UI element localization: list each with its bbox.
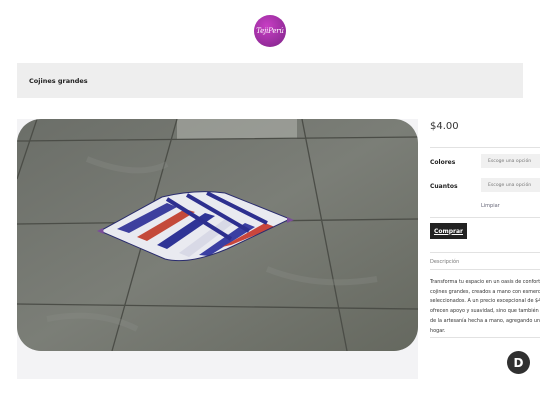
option-label-colores: Colores [430,159,456,166]
divider [430,252,540,253]
description-line: ofrecen apoyo y suavidad, sino que tambi… [430,308,539,315]
product-gallery [17,119,418,379]
colores-select[interactable]: Escoge una opción [481,154,540,168]
divider [430,217,540,218]
buy-button[interactable]: Comprar [430,223,467,239]
product-description: Transforma tu espacio en un oasis de con… [430,278,540,336]
site-logo[interactable]: TejiPerú [254,15,286,47]
page-title-bar: Cojines grandes [17,63,523,98]
divider [430,337,540,338]
option-label-cuantos: Cuantos [430,183,458,190]
cuantos-select[interactable]: Escoge una opción [481,178,540,192]
product-price: $4.00 [430,121,459,132]
description-line: cojines grandes, creados a mano con esme… [430,288,540,295]
clear-link[interactable]: Limpiar [481,203,500,209]
divider [430,269,540,270]
page-title: Cojines grandes [29,76,88,85]
description-line: de la artesanía hecha a mano, agregando … [430,317,540,324]
description-line: seleccionados. A un precio excepcional d… [430,298,540,305]
disqus-badge-icon[interactable]: D [507,351,530,374]
divider [430,147,540,148]
product-image[interactable] [17,119,418,351]
description-line: Transforma tu espacio en un oasis de con… [430,279,540,285]
tab-descripcion[interactable]: Descripción [430,259,459,265]
description-line: hogar. [430,327,446,334]
